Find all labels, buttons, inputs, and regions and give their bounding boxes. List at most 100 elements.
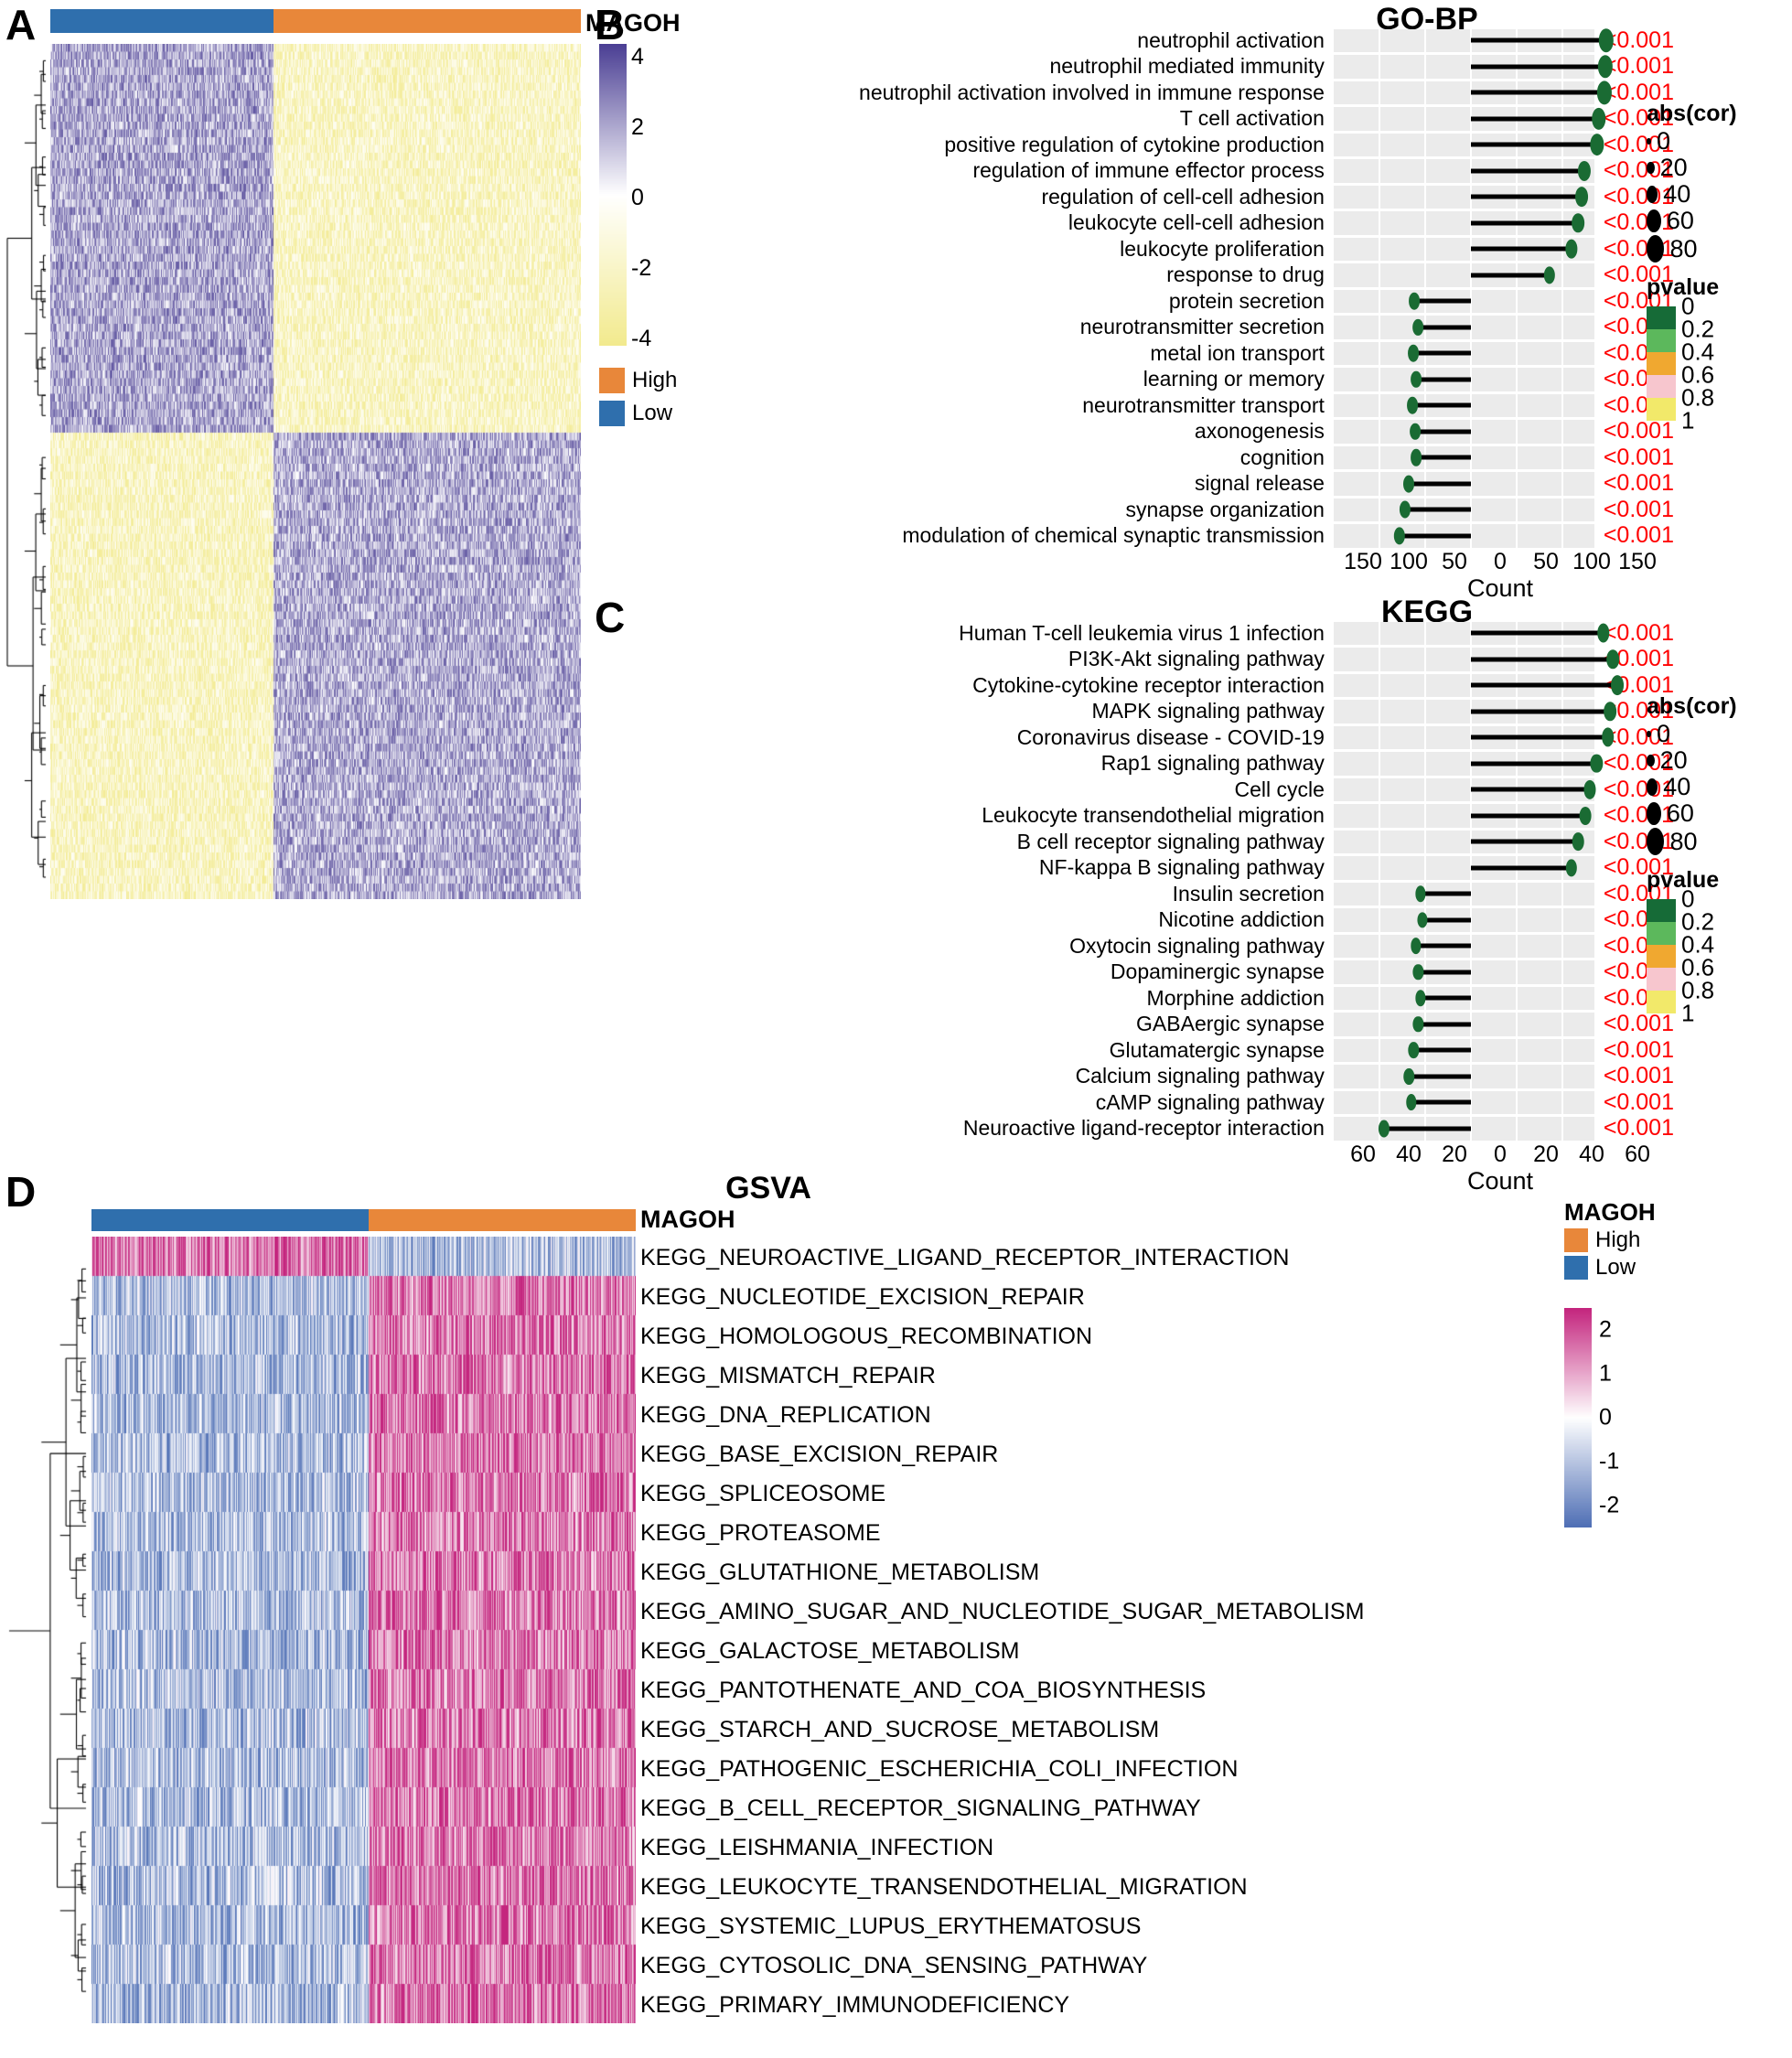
grid-line [1561,393,1563,417]
lollipop-track [1333,472,1594,496]
lollipop-point [1590,134,1604,156]
panel-c-size-legend-items: 0 20 40 60 80 [1647,720,1737,856]
panel-a-letter: A [5,1,37,48]
size-legend-label: 0 [1657,720,1671,747]
lollipop-row: Nicotine addiction <0.001 [595,907,1674,934]
grid-line [1561,289,1563,313]
grid-line [1515,882,1518,906]
grid-line [1561,882,1563,906]
grid-line [1378,28,1380,52]
grid-line [1378,55,1380,79]
lollipop-term-label: signal release [1194,471,1325,496]
panel-d-class-swatch [1564,1228,1588,1252]
lollipop-point [1543,266,1556,284]
color-legend-tick: 1 [1681,999,1695,1027]
lollipop-row: signal release <0.001 [595,471,1674,498]
panel-d-magoh-label: MAGOH [640,1206,735,1233]
size-legend-bubble [1647,209,1661,232]
grid-line [1378,986,1380,1010]
grid-line [1515,341,1518,365]
lollipop-stem [1470,168,1584,174]
lollipop-row: Glutamatergic synapse <0.001 [595,1037,1674,1064]
grid-line [1561,934,1563,958]
color-legend-band [1647,968,1676,991]
size-legend-item: 80 [1647,235,1737,263]
lollipop-track [1333,856,1594,880]
grid-line [1423,55,1426,79]
size-legend-item: 40 [1647,775,1737,799]
grid-line [1515,524,1518,548]
panel-d-group-segment-high [369,1209,636,1231]
lollipop-stem [1470,194,1582,199]
lollipop-track [1333,804,1594,828]
grid-line [1378,856,1380,880]
grid-line [1515,934,1518,958]
lollipop-term-label: NF-kappa B signaling pathway [1038,855,1325,880]
grid-line [1378,472,1380,496]
lollipop-point [1408,292,1420,310]
lollipop-pvalue: <0.001 [1603,522,1674,549]
lollipop-row: modulation of chemical synaptic transmis… [595,523,1674,550]
panel-d-row-label: KEGG_GALACTOSE_METABOLISM [640,1637,1020,1664]
lollipop-term-label: neurotransmitter transport [1082,392,1325,417]
panel-d-title: GSVA [725,1171,811,1206]
lollipop-track [1333,882,1594,906]
axis-tick-label: 0 [1494,1142,1507,1167]
lollipop-term-label: Cell cycle [1234,777,1325,801]
lollipop-row: learning or memory <0.001 [595,367,1674,393]
grid-line [1423,752,1426,776]
lollipop-track [1333,316,1594,339]
axis-tick-label: 40 [1396,1142,1422,1167]
lollipop-row: Cytokine-cytokine receptor interaction <0… [595,672,1674,699]
grid-line [1378,237,1380,261]
lollipop-row: positive regulation of cytokine producti… [595,132,1674,158]
lollipop-stem [1408,481,1471,487]
panel-a-group-segment-low [50,9,274,33]
lollipop-term-label: PI3K-Akt signaling pathway [1068,647,1325,671]
size-legend-bubble [1647,828,1665,856]
grid-line [1561,960,1563,984]
panel-d-row-label: KEGG_B_CELL_RECEPTOR_SIGNALING_PATHWAY [640,1795,1201,1821]
lollipop-stem [1470,839,1579,844]
panel-b-color-legend: pvalue 0 0.2 0.4 0.6 0.8 1 [1647,274,1745,434]
panel-d-row-label: KEGG_AMINO_SUGAR_AND_NUCLEOTIDE_SUGAR_ME… [640,1598,1365,1624]
grid-line [1561,498,1563,521]
lollipop-stem [1470,90,1604,95]
lollipop-stem [1411,402,1471,408]
lollipop-term-label: Leukocyte transendothelial migration [982,803,1325,828]
color-legend-band [1647,398,1676,421]
grid-line [1423,804,1426,828]
grid-line [1423,777,1426,801]
lollipop-term-label: Neuroactive ligand-receptor interaction [962,1116,1325,1141]
grid-line [1561,908,1563,932]
grid-line [1378,159,1380,183]
lollipop-stem [1413,1047,1471,1053]
lollipop-point [1408,1042,1420,1059]
panel-b-color-legend-gradient: 0 0.2 0.4 0.6 0.8 1 [1647,293,1745,434]
grid-line [1423,107,1426,131]
size-legend-item: 20 [1647,155,1737,180]
lollipop-row: neurotransmitter transport <0.001 [595,392,1674,419]
lollipop-point [1565,239,1578,259]
lollipop-term-label: synapse organization [1125,497,1325,521]
lollipop-term-label: leukocyte proliferation [1120,236,1325,261]
lollipop-pvalue: <0.001 [1603,470,1674,497]
lollipop-track [1333,986,1594,1010]
lollipop-track [1333,368,1594,391]
lollipop-track [1333,960,1594,984]
panel-d-colorbar-tick: -1 [1599,1448,1620,1474]
lollipop-point [1410,449,1422,466]
panel-d-row-labels: KEGG_NEUROACTIVE_LIGAND_RECEPTOR_INTERAC… [640,1237,1364,2023]
lollipop-track [1333,1065,1594,1088]
grid-line [1378,289,1380,313]
grid-line [1515,986,1518,1010]
axis-tick-label: 20 [1442,1142,1467,1167]
lollipop-row: B cell receptor signaling pathway <0.001 [595,829,1674,855]
lollipop-point [1574,187,1588,208]
lollipop-term-label: Human T-cell leukemia virus 1 infection [959,620,1325,645]
grid-line [1423,185,1426,209]
lollipop-term-label: Oxytocin signaling pathway [1069,933,1325,958]
lollipop-point [1406,1094,1417,1111]
lollipop-stem [1415,455,1471,460]
size-legend-label: 0 [1657,127,1671,155]
